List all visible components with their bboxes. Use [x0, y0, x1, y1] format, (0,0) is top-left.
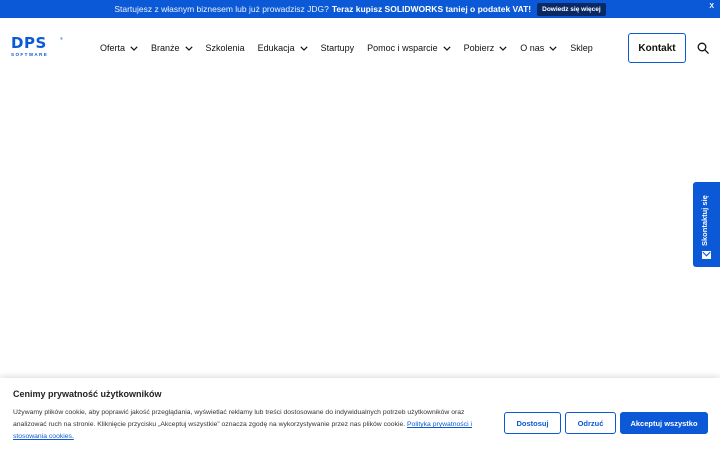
- chevron-down-icon: [549, 45, 557, 51]
- nav-item-label: Szkolenia: [205, 43, 245, 53]
- nav-item-label: Startupy: [320, 43, 355, 53]
- logo-sub-text: SOFTWARE: [11, 52, 49, 57]
- cookie-title: Cenimy prywatność użytkowników: [13, 389, 162, 399]
- nav-item-pomoc-i-wsparcie[interactable]: Pomoc i wsparcie: [367, 43, 451, 53]
- main-nav: Oferta Branże Szkolenia Edukacja Startupy Pom…: [100, 18, 606, 78]
- nav-item-pobierz[interactable]: Pobierz: [464, 43, 508, 53]
- chevron-down-icon: [299, 45, 308, 51]
- nav-item-label: Edukacja: [257, 43, 295, 53]
- nav-item-label: Oferta: [100, 43, 126, 53]
- nav-item-edukacja[interactable]: Edukacja: [258, 43, 308, 53]
- nav-item-label: O nas: [520, 43, 545, 53]
- cookie-consent-bar: Cenimy prywatność użytkowników Używamy p…: [0, 378, 720, 450]
- logo-main-text: DPS: [11, 34, 47, 52]
- nav-item-oferta[interactable]: Oferta: [100, 43, 138, 53]
- nav-item-o-nas[interactable]: O nas: [520, 43, 557, 53]
- search-icon[interactable]: [697, 42, 709, 54]
- chevron-down-icon: [499, 45, 507, 51]
- chevron-down-icon: [130, 45, 138, 51]
- contact-side-tab[interactable]: Skontaktuj się: [693, 182, 720, 267]
- promo-banner: Startujesz z własnym biznesem lub już pr…: [0, 0, 720, 18]
- nav-item-sklep[interactable]: Sklep: [570, 43, 593, 53]
- nav-item-startupy[interactable]: Startupy: [321, 43, 355, 53]
- side-tab-label: Skontaktuj się: [700, 195, 709, 246]
- nav-item-label: Sklep: [570, 43, 593, 53]
- logo[interactable]: DPS SOFTWARE ®: [11, 36, 63, 60]
- customize-button[interactable]: Dostosuj: [504, 412, 561, 434]
- promo-close-button[interactable]: X: [709, 3, 714, 10]
- nav-item-label: Pomoc i wsparcie: [367, 43, 438, 53]
- logo-registered-mark: ®: [60, 36, 63, 41]
- nav-item-szkolenia[interactable]: Szkolenia: [206, 43, 245, 53]
- nav-item-label: Pobierz: [463, 43, 495, 53]
- contact-button[interactable]: Kontakt: [628, 33, 686, 63]
- mail-icon: [702, 251, 711, 259]
- nav-item-label: Branże: [151, 43, 180, 53]
- accept-all-button[interactable]: Akceptuj wszystko: [620, 412, 708, 434]
- chevron-down-icon: [184, 45, 193, 51]
- site-header: DPS SOFTWARE ® Oferta Branże Szkolenia Eduk…: [0, 18, 720, 78]
- promo-highlight[interactable]: Teraz kupisz SOLIDWORKS taniej o podatek…: [332, 4, 531, 14]
- promo-text: Startujesz z własnym biznesem lub już pr…: [114, 4, 329, 14]
- chevron-down-icon: [443, 45, 451, 51]
- cookie-description: Używamy plików cookie, aby poprawić jako…: [13, 407, 495, 443]
- cookie-text: Używamy plików cookie, aby poprawić jako…: [13, 409, 465, 428]
- nav-item-branze[interactable]: Branże: [151, 43, 193, 53]
- promo-learn-more-button[interactable]: Dowiedz się więcej: [537, 2, 606, 16]
- reject-button[interactable]: Odrzuć: [565, 412, 616, 434]
